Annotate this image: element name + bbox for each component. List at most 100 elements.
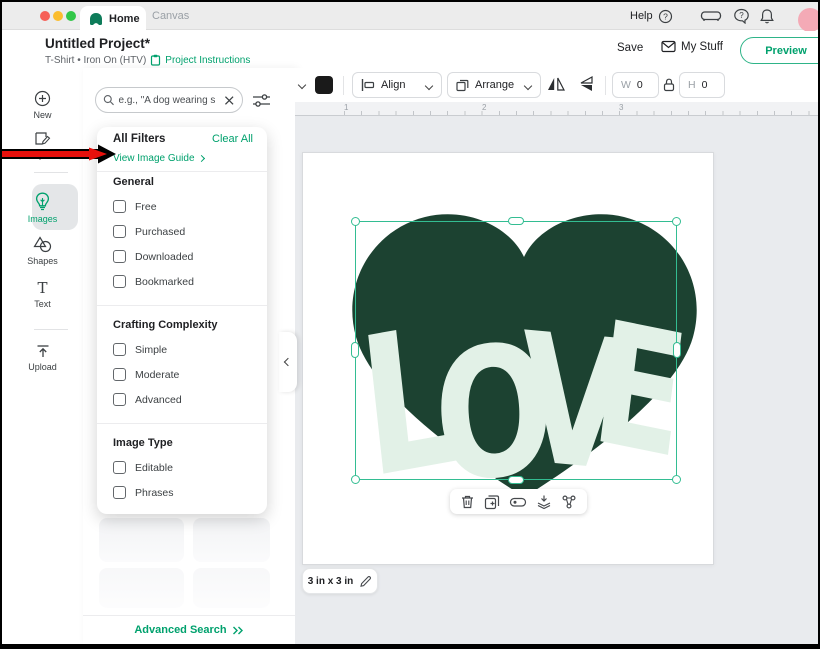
minimize-window-button[interactable] [53, 11, 63, 21]
hide-icon[interactable] [509, 495, 527, 509]
filter-label-bookmarked: Bookmarked [135, 276, 194, 288]
selection-bounding-box[interactable] [355, 221, 677, 480]
collapse-panel-button[interactable] [279, 332, 297, 392]
checkbox-simple[interactable] [113, 343, 126, 356]
loading-tile [99, 568, 184, 608]
chevron-left-icon [284, 358, 292, 366]
horizontal-ruler: 1 2 3 [295, 102, 818, 116]
lock-aspect-button[interactable] [663, 78, 675, 97]
my-stuff-label: My Stuff [681, 41, 723, 53]
app-content: Home Canvas Help ? ? [2, 2, 818, 644]
filter-row-downloaded[interactable]: Downloaded [113, 250, 193, 263]
svg-text:?: ? [739, 11, 744, 20]
filter-row-advanced[interactable]: Advanced [113, 393, 182, 406]
selection-handle-bottom-right[interactable] [672, 475, 681, 484]
chevron-down-icon [426, 82, 433, 89]
lock-icon [663, 78, 675, 92]
sidebar-label-templates: Templates [22, 150, 63, 160]
sidebar-item-shapes[interactable]: Shapes [2, 236, 83, 266]
edit-toolbar: Align Arrange [295, 68, 818, 102]
flip-vertical-icon [575, 75, 595, 93]
height-label: H [688, 79, 696, 91]
divider [343, 76, 344, 95]
selection-action-bar [450, 489, 587, 514]
svg-text:?: ? [663, 11, 668, 21]
shapes-icon [33, 236, 52, 253]
checkbox-advanced[interactable] [113, 393, 126, 406]
tab-home[interactable]: Home [80, 6, 146, 31]
filter-label-phrases: Phrases [135, 487, 174, 499]
filter-row-editable[interactable]: Editable [113, 461, 173, 474]
filter-row-bookmarked[interactable]: Bookmarked [113, 275, 194, 288]
selection-handle-middle-right[interactable] [673, 342, 681, 358]
selection-handle-top-left[interactable] [351, 217, 360, 226]
preview-button[interactable]: Preview [740, 37, 818, 64]
help-menu[interactable]: Help ? [630, 7, 673, 25]
machine-status-icon[interactable] [700, 7, 722, 25]
flatten-icon[interactable] [536, 494, 552, 510]
selection-handle-middle-left[interactable] [351, 342, 359, 358]
selection-handle-top-right[interactable] [672, 217, 681, 226]
width-field[interactable]: W 0 [612, 72, 659, 98]
my-stuff-button[interactable]: My Stuff [661, 40, 723, 53]
advanced-search-footer: Advanced Search [83, 615, 295, 644]
checkbox-bookmarked[interactable] [113, 275, 126, 288]
sidebar-item-upload[interactable]: Upload [2, 344, 83, 372]
filter-row-simple[interactable]: Simple [113, 343, 167, 356]
arrange-dropdown[interactable]: Arrange [447, 72, 541, 98]
filter-row-phrases[interactable]: Phrases [113, 486, 174, 499]
sidebar-item-images[interactable]: Images [2, 192, 83, 224]
color-swatch[interactable] [315, 76, 333, 94]
edit-size-pencil-icon[interactable] [359, 575, 372, 588]
selection-handle-bottom-left[interactable] [351, 475, 360, 484]
selection-handle-top-center[interactable] [508, 217, 524, 225]
sidebar-label-upload: Upload [28, 362, 57, 372]
height-field[interactable]: H 0 [679, 72, 725, 98]
filters-title: All Filters [113, 133, 165, 145]
sidebar-divider [34, 172, 68, 173]
close-window-button[interactable] [40, 11, 50, 21]
view-image-guide-link[interactable]: View Image Guide [113, 153, 204, 164]
checkbox-downloaded[interactable] [113, 250, 126, 263]
checkbox-phrases[interactable] [113, 486, 126, 499]
advanced-search-link[interactable]: Advanced Search [134, 624, 226, 636]
search-input[interactable] [118, 95, 220, 106]
search-icon [103, 94, 114, 106]
image-search-bar[interactable] [95, 87, 243, 113]
arrange-label: Arrange [475, 79, 514, 91]
attach-icon[interactable] [561, 494, 577, 510]
filter-label-downloaded: Downloaded [135, 251, 193, 263]
duplicate-icon[interactable] [484, 494, 500, 510]
delete-icon[interactable] [460, 494, 475, 510]
save-button[interactable]: Save [617, 42, 643, 54]
selection-handle-bottom-center[interactable] [508, 476, 524, 484]
sidebar-item-templates[interactable]: Templates [2, 131, 83, 160]
sidebar-item-new[interactable]: New [2, 90, 83, 120]
align-dropdown[interactable]: Align [352, 72, 442, 98]
text-icon: T [35, 280, 50, 296]
tab-canvas[interactable]: Canvas [152, 2, 189, 30]
divider [605, 76, 606, 95]
new-plus-icon [34, 90, 51, 107]
notifications-bell-icon[interactable] [759, 7, 775, 25]
filter-label-moderate: Moderate [135, 369, 179, 381]
user-avatar[interactable] [798, 8, 818, 32]
checkbox-editable[interactable] [113, 461, 126, 474]
filter-row-moderate[interactable]: Moderate [113, 368, 179, 381]
checkbox-free[interactable] [113, 200, 126, 213]
clear-all-filters-button[interactable]: Clear All [212, 133, 253, 145]
project-instructions-link[interactable]: Project Instructions [165, 55, 250, 66]
checkbox-purchased[interactable] [113, 225, 126, 238]
filter-row-free[interactable]: Free [113, 200, 157, 213]
feedback-icon[interactable]: ? [733, 7, 750, 25]
clear-search-icon[interactable] [224, 95, 235, 106]
filters-toggle-icon[interactable] [252, 93, 271, 113]
filter-label-simple: Simple [135, 344, 167, 356]
flip-horizontal-button[interactable] [546, 75, 566, 98]
svg-text:T: T [37, 280, 47, 296]
zoom-window-button[interactable] [66, 11, 76, 21]
checkbox-moderate[interactable] [113, 368, 126, 381]
flip-vertical-button[interactable] [575, 75, 595, 98]
filter-row-purchased[interactable]: Purchased [113, 225, 185, 238]
sidebar-item-text[interactable]: T Text [2, 280, 83, 309]
